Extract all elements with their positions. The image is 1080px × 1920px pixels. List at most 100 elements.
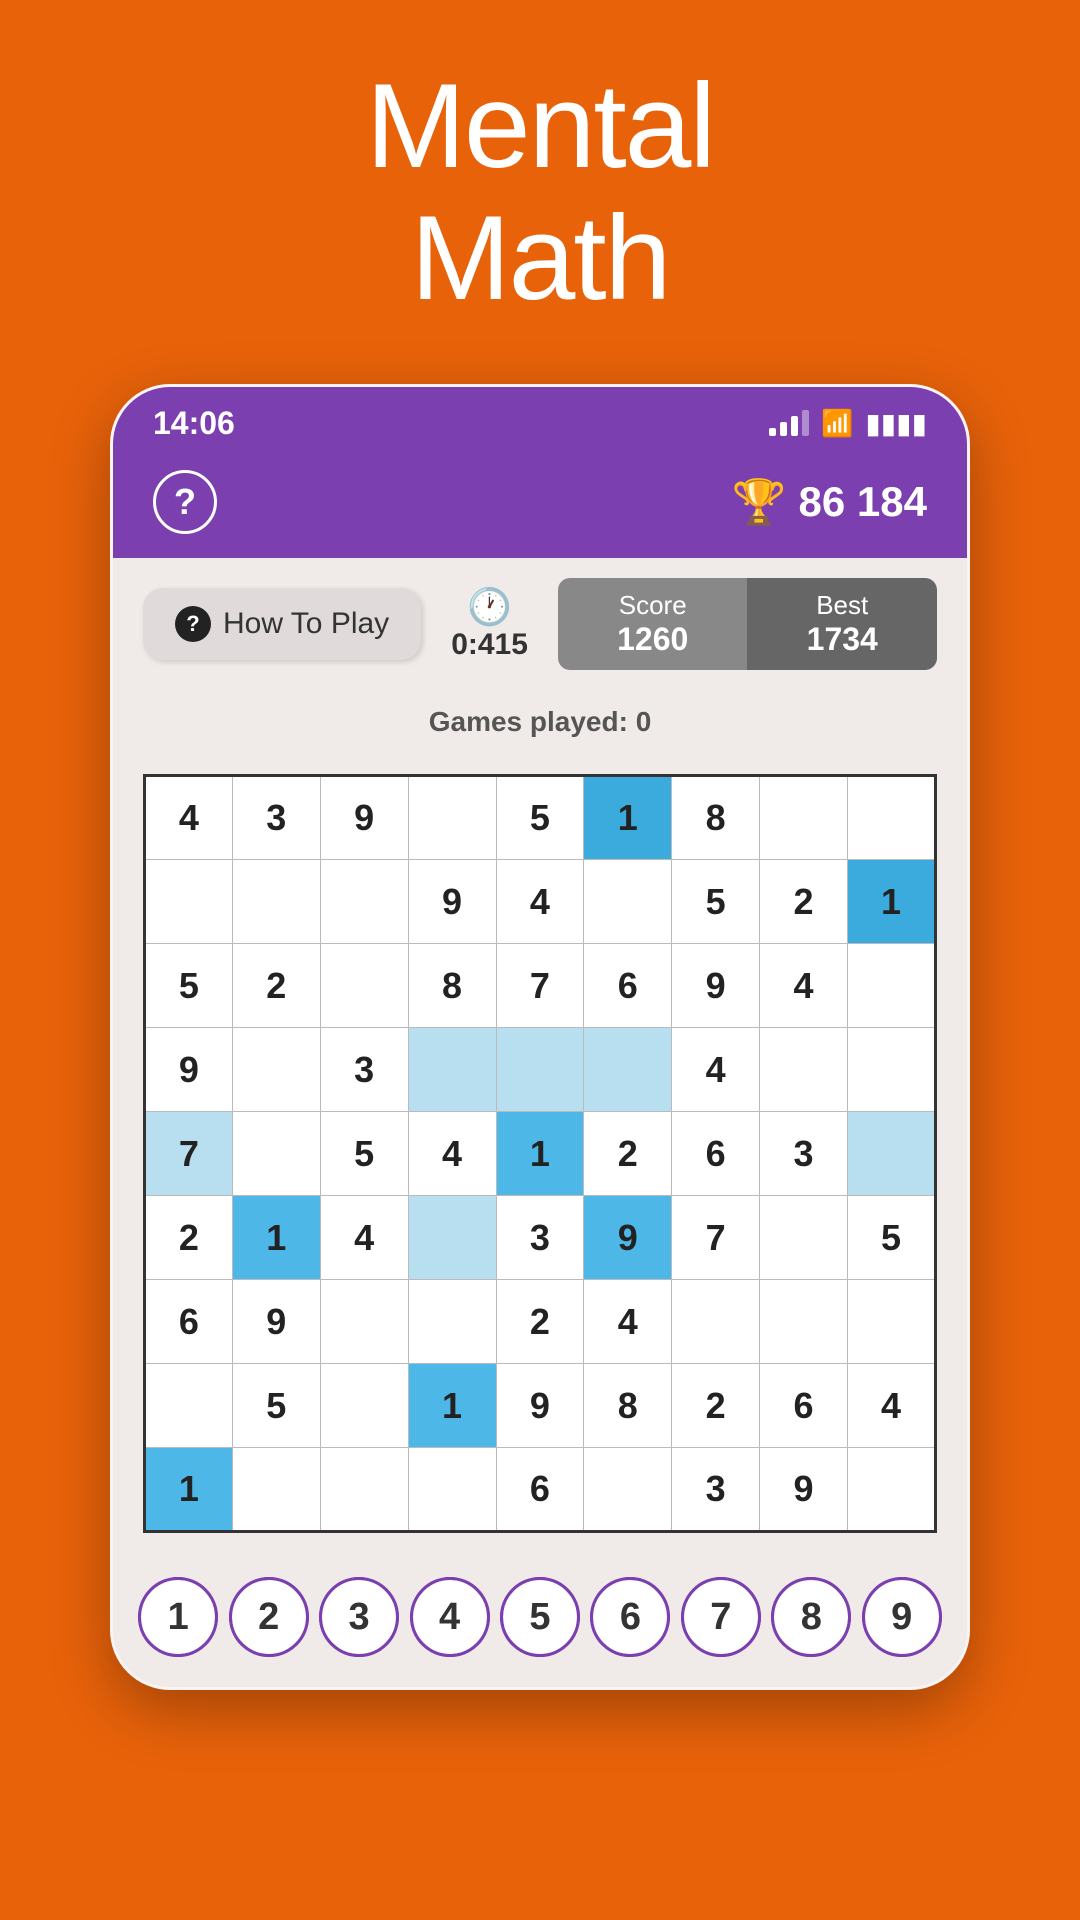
grid-cell[interactable]: 9 — [320, 776, 408, 860]
help-button[interactable]: ? — [153, 470, 217, 534]
number-button-9[interactable]: 9 — [862, 1577, 942, 1657]
sudoku-grid: 4395189452152876949347541263214397569245… — [143, 774, 937, 1533]
grid-cell[interactable]: 3 — [496, 1196, 584, 1280]
grid-cell[interactable] — [760, 776, 848, 860]
grid-cell[interactable]: 6 — [496, 1448, 584, 1532]
number-button-8[interactable]: 8 — [771, 1577, 851, 1657]
grid-cell[interactable] — [848, 1028, 936, 1112]
grid-cell[interactable]: 9 — [232, 1280, 320, 1364]
grid-cell[interactable] — [496, 1028, 584, 1112]
grid-cell[interactable]: 7 — [672, 1196, 760, 1280]
app-title: Mental Math — [366, 60, 714, 324]
grid-cell[interactable]: 5 — [320, 1112, 408, 1196]
grid-cell[interactable]: 8 — [408, 944, 496, 1028]
number-button-2[interactable]: 2 — [229, 1577, 309, 1657]
grid-cell[interactable] — [232, 1112, 320, 1196]
grid-cell[interactable]: 8 — [584, 1364, 672, 1448]
grid-cell[interactable]: 6 — [760, 1364, 848, 1448]
grid-cell[interactable] — [408, 1196, 496, 1280]
grid-cell[interactable]: 5 — [848, 1196, 936, 1280]
grid-cell[interactable] — [848, 1280, 936, 1364]
grid-cell[interactable]: 9 — [408, 860, 496, 944]
grid-cell[interactable]: 1 — [496, 1112, 584, 1196]
grid-cell[interactable]: 4 — [320, 1196, 408, 1280]
grid-cell[interactable]: 4 — [496, 860, 584, 944]
grid-cell[interactable]: 5 — [496, 776, 584, 860]
signal-icon — [769, 412, 809, 436]
grid-cell[interactable]: 3 — [320, 1028, 408, 1112]
grid-cell[interactable]: 1 — [145, 1448, 233, 1532]
grid-cell[interactable]: 5 — [672, 860, 760, 944]
grid-cell[interactable]: 8 — [672, 776, 760, 860]
grid-cell[interactable]: 2 — [584, 1112, 672, 1196]
grid-cell[interactable] — [848, 944, 936, 1028]
number-button-7[interactable]: 7 — [681, 1577, 761, 1657]
grid-cell[interactable]: 1 — [408, 1364, 496, 1448]
grid-cell[interactable]: 9 — [496, 1364, 584, 1448]
status-time: 14:06 — [153, 405, 235, 442]
grid-cell[interactable]: 4 — [408, 1112, 496, 1196]
grid-cell[interactable] — [320, 1448, 408, 1532]
header: ? 🏆 86 184 — [113, 454, 967, 558]
how-to-play-button[interactable]: ? How To Play — [143, 588, 421, 660]
number-button-4[interactable]: 4 — [410, 1577, 490, 1657]
grid-cell[interactable] — [408, 1448, 496, 1532]
grid-cell[interactable]: 2 — [232, 944, 320, 1028]
number-button-3[interactable]: 3 — [319, 1577, 399, 1657]
grid-cell[interactable] — [848, 1112, 936, 1196]
grid-cell[interactable] — [408, 776, 496, 860]
grid-cell[interactable]: 9 — [760, 1448, 848, 1532]
number-button-1[interactable]: 1 — [138, 1577, 218, 1657]
grid-cell[interactable] — [320, 1364, 408, 1448]
grid-cell[interactable]: 5 — [232, 1364, 320, 1448]
grid-cell[interactable] — [232, 860, 320, 944]
grid-cell[interactable]: 2 — [672, 1364, 760, 1448]
grid-cell[interactable]: 6 — [672, 1112, 760, 1196]
grid-cell[interactable] — [408, 1028, 496, 1112]
best-box: Best 1734 — [747, 578, 937, 670]
grid-cell[interactable] — [584, 1028, 672, 1112]
grid-cell[interactable]: 5 — [145, 944, 233, 1028]
grid-cell[interactable]: 7 — [145, 1112, 233, 1196]
grid-cell[interactable]: 4 — [848, 1364, 936, 1448]
grid-cell[interactable]: 1 — [848, 860, 936, 944]
grid-cell[interactable] — [760, 1196, 848, 1280]
grid-cell[interactable] — [232, 1028, 320, 1112]
grid-cell[interactable]: 4 — [145, 776, 233, 860]
grid-cell[interactable] — [320, 944, 408, 1028]
grid-cell[interactable]: 3 — [672, 1448, 760, 1532]
number-button-6[interactable]: 6 — [590, 1577, 670, 1657]
grid-cell[interactable] — [848, 1448, 936, 1532]
grid-cell[interactable]: 6 — [584, 944, 672, 1028]
grid-cell[interactable] — [848, 776, 936, 860]
score-value: 1260 — [582, 621, 724, 658]
grid-cell[interactable]: 1 — [232, 1196, 320, 1280]
grid-cell[interactable]: 4 — [672, 1028, 760, 1112]
grid-cell[interactable] — [320, 1280, 408, 1364]
grid-cell[interactable]: 2 — [760, 860, 848, 944]
grid-cell[interactable]: 4 — [760, 944, 848, 1028]
grid-cell[interactable] — [760, 1028, 848, 1112]
grid-cell[interactable] — [145, 860, 233, 944]
score-box: Score 1260 — [558, 578, 748, 670]
number-button-5[interactable]: 5 — [500, 1577, 580, 1657]
grid-cell[interactable] — [145, 1364, 233, 1448]
grid-cell[interactable]: 6 — [145, 1280, 233, 1364]
grid-cell[interactable]: 1 — [584, 776, 672, 860]
grid-cell[interactable]: 2 — [496, 1280, 584, 1364]
grid-cell[interactable] — [408, 1280, 496, 1364]
grid-cell[interactable] — [232, 1448, 320, 1532]
grid-cell[interactable]: 4 — [584, 1280, 672, 1364]
grid-cell[interactable]: 9 — [145, 1028, 233, 1112]
grid-cell[interactable]: 3 — [232, 776, 320, 860]
grid-cell[interactable] — [320, 860, 408, 944]
grid-cell[interactable]: 9 — [584, 1196, 672, 1280]
grid-cell[interactable]: 2 — [145, 1196, 233, 1280]
grid-cell[interactable] — [584, 860, 672, 944]
grid-cell[interactable]: 3 — [760, 1112, 848, 1196]
grid-cell[interactable] — [584, 1448, 672, 1532]
grid-cell[interactable] — [760, 1280, 848, 1364]
grid-cell[interactable] — [672, 1280, 760, 1364]
grid-cell[interactable]: 9 — [672, 944, 760, 1028]
grid-cell[interactable]: 7 — [496, 944, 584, 1028]
